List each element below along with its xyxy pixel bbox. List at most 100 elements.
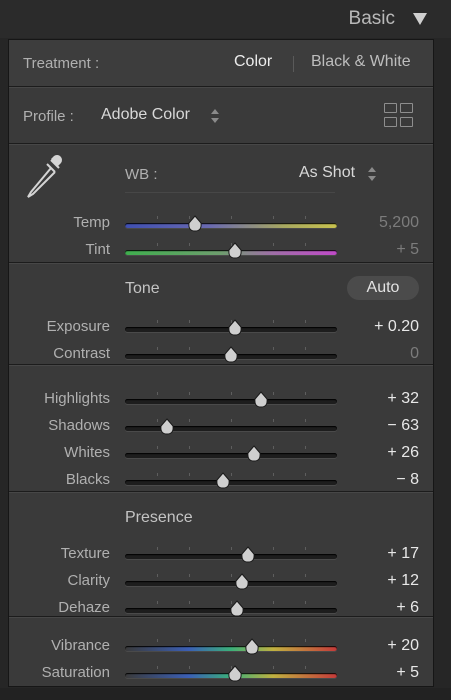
- slider-tick: [273, 243, 275, 246]
- blacks-slider-thumb[interactable]: [215, 472, 231, 490]
- tint-slider-thumb[interactable]: [227, 242, 243, 260]
- temp-slider-thumb[interactable]: [187, 215, 203, 233]
- clarity-slider-track[interactable]: [125, 573, 337, 590]
- vibrance-value[interactable]: + 20: [387, 637, 419, 655]
- dehaze-slider-thumb[interactable]: [229, 600, 245, 618]
- slider-tick: [188, 243, 190, 246]
- slider-tick: [273, 216, 275, 219]
- slider-row-exposure: Exposure + 0.20: [9, 318, 433, 342]
- slider-tick: [231, 392, 232, 395]
- slider-tick: [305, 639, 307, 642]
- slider-tick: [305, 216, 307, 219]
- highlights-slider-thumb[interactable]: [253, 391, 269, 409]
- temp-value[interactable]: 5,200: [379, 214, 419, 232]
- blacks-slider-track[interactable]: [125, 472, 337, 489]
- slider-tick: [231, 547, 232, 550]
- divider: [9, 143, 433, 145]
- slider-row-highlights: Highlights + 32: [9, 390, 433, 414]
- slider-row-tint: Tint + 5: [9, 241, 433, 265]
- contrast-label: Contrast: [53, 345, 110, 362]
- slider-tick: [305, 601, 307, 604]
- shadows-slider-track[interactable]: [125, 418, 337, 435]
- contrast-value[interactable]: 0: [410, 345, 419, 363]
- saturation-slider-track[interactable]: [125, 665, 337, 682]
- slider-tick: [156, 601, 158, 604]
- slider-row-blacks: Blacks − 8: [9, 471, 433, 495]
- shadows-value[interactable]: − 63: [387, 417, 419, 435]
- clarity-value[interactable]: + 12: [387, 572, 419, 590]
- slider-tick: [188, 473, 190, 476]
- tint-value[interactable]: + 5: [396, 241, 419, 259]
- presence-heading: Presence: [125, 509, 193, 526]
- slider-tick: [273, 473, 275, 476]
- clarity-label: Clarity: [67, 572, 110, 589]
- slider-tick: [156, 392, 158, 395]
- blacks-label: Blacks: [65, 471, 110, 488]
- slider-tick: [273, 547, 275, 550]
- slider-tick: [156, 419, 158, 422]
- slider-tick: [305, 243, 307, 246]
- slider-tick: [231, 446, 232, 449]
- exposure-value[interactable]: + 0.20: [374, 318, 419, 336]
- blacks-value[interactable]: − 8: [396, 471, 419, 489]
- slider-tick: [273, 601, 275, 604]
- temp-label: Temp: [73, 214, 110, 231]
- eyedropper-icon[interactable]: [21, 152, 67, 207]
- slider-tick: [156, 666, 158, 669]
- triangle-down-icon[interactable]: [413, 13, 427, 25]
- treatment-color-option[interactable]: Color: [234, 53, 272, 71]
- slider-tick: [188, 419, 190, 422]
- profile-updown-icon[interactable]: [211, 109, 219, 123]
- auto-button[interactable]: Auto: [347, 276, 419, 300]
- exposure-slider-track[interactable]: [125, 319, 337, 336]
- saturation-value[interactable]: + 5: [396, 664, 419, 682]
- texture-slider-thumb[interactable]: [240, 546, 256, 564]
- slider-tick: [156, 639, 158, 642]
- slider-row-dehaze: Dehaze + 6: [9, 599, 433, 623]
- slider-tick: [305, 574, 307, 577]
- panel-header[interactable]: Basic: [0, 0, 451, 38]
- vibrance-slider-thumb[interactable]: [244, 638, 260, 656]
- wb-select[interactable]: As Shot: [299, 164, 355, 182]
- clarity-slider-thumb[interactable]: [234, 573, 250, 591]
- shadows-slider-thumb[interactable]: [159, 418, 175, 436]
- contrast-slider-thumb[interactable]: [223, 346, 239, 364]
- saturation-slider-thumb[interactable]: [227, 665, 243, 683]
- temp-slider-track[interactable]: [125, 215, 337, 232]
- whites-slider-track[interactable]: [125, 445, 337, 462]
- grid-icon[interactable]: [384, 103, 414, 129]
- dehaze-slider-track[interactable]: [125, 600, 337, 617]
- wb-label: WB :: [125, 166, 158, 183]
- exposure-slider-thumb[interactable]: [227, 319, 243, 337]
- slider-tick: [156, 473, 158, 476]
- slider-tick: [273, 392, 275, 395]
- tint-slider-track[interactable]: [125, 242, 337, 259]
- texture-slider-track[interactable]: [125, 546, 337, 563]
- dehaze-value[interactable]: + 6: [396, 599, 419, 617]
- wb-underline: [125, 192, 335, 193]
- wb-updown-icon[interactable]: [368, 167, 376, 181]
- basic-panel: Treatment : Color Black & White Profile …: [8, 39, 434, 687]
- slider-tick: [273, 574, 275, 577]
- profile-select[interactable]: Adobe Color: [101, 106, 190, 124]
- highlights-slider-track[interactable]: [125, 391, 337, 408]
- divider: [9, 86, 433, 88]
- slider-row-whites: Whites + 26: [9, 444, 433, 468]
- slider-tick: [156, 446, 158, 449]
- whites-slider-thumb[interactable]: [246, 445, 262, 463]
- slider-tick: [156, 216, 158, 219]
- treatment-bw-option[interactable]: Black & White: [311, 53, 411, 71]
- vibrance-slider-track[interactable]: [125, 638, 337, 655]
- slider-tick: [188, 392, 190, 395]
- slider-row-clarity: Clarity + 12: [9, 572, 433, 596]
- whites-label: Whites: [64, 444, 110, 461]
- highlights-value[interactable]: + 32: [387, 390, 419, 408]
- slider-tick: [305, 666, 307, 669]
- contrast-slider-track[interactable]: [125, 346, 337, 363]
- slider-tick: [231, 216, 232, 219]
- whites-value[interactable]: + 26: [387, 444, 419, 462]
- treatment-row: Treatment : Color Black & White: [9, 40, 433, 86]
- bottom-strip: [0, 688, 451, 700]
- texture-value[interactable]: + 17: [387, 545, 419, 563]
- slider-tick: [188, 574, 190, 577]
